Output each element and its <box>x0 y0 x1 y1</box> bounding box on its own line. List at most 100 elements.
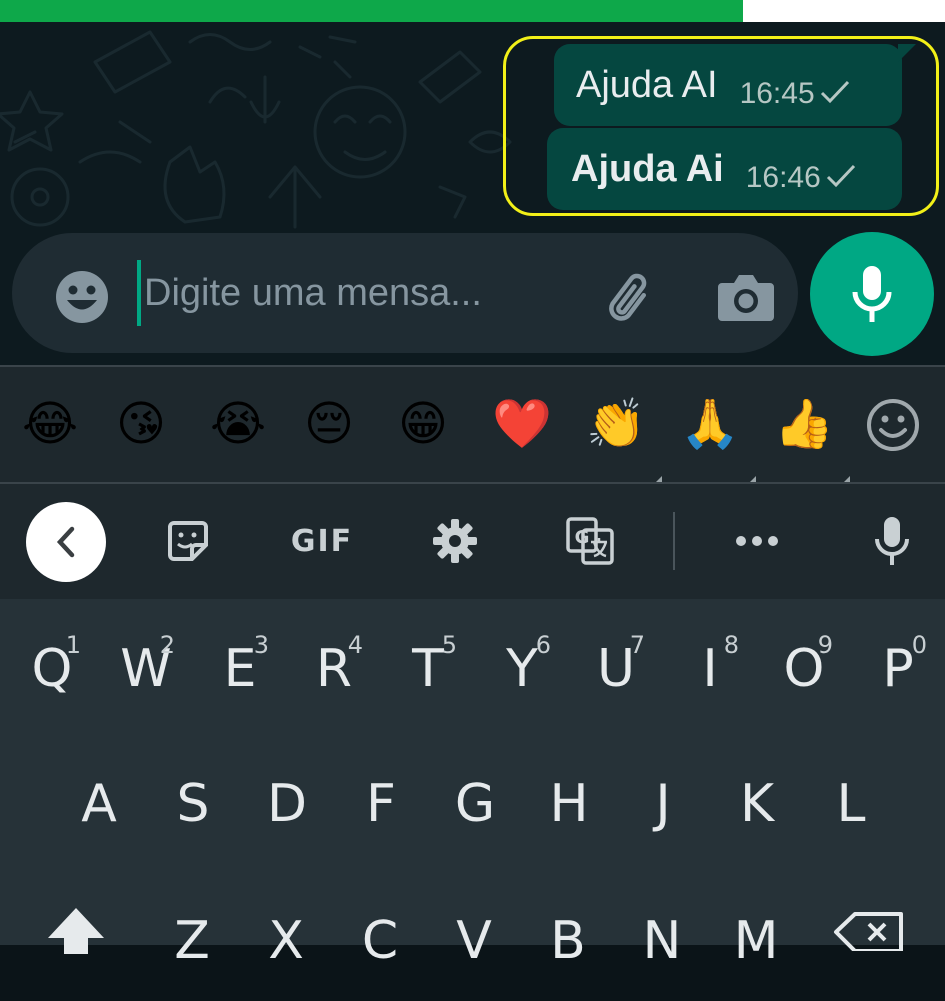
key-label: B <box>550 911 586 971</box>
sent-check-icon <box>820 80 849 104</box>
bubble-tail <box>898 44 916 62</box>
key-m[interactable]: M <box>709 881 803 1001</box>
sent-check-icon <box>826 164 855 188</box>
key-o[interactable]: O9 <box>757 609 851 729</box>
key-label: N <box>642 911 682 971</box>
message-time: 16:46 <box>745 161 821 194</box>
key-s[interactable]: S <box>146 744 240 864</box>
emoji-suggestion[interactable]: 😭 <box>210 395 270 455</box>
key-label: G <box>454 774 496 834</box>
smiley-icon[interactable] <box>54 269 110 325</box>
message-bubble[interactable]: Ajuda AI 16:45 <box>554 44 916 126</box>
emoji-glyph: 😘 <box>116 398 167 451</box>
key-label: D <box>266 774 308 834</box>
emoji-glyph: 😔 <box>304 398 355 451</box>
key-k[interactable]: K <box>710 744 804 864</box>
emoji-suggestion[interactable]: 🙏 <box>680 395 756 485</box>
voice-typing-button[interactable] <box>862 506 922 576</box>
message-bubble[interactable]: Ajuda Ai 16:46 <box>547 128 902 210</box>
key-label: X <box>268 911 304 971</box>
key-hint-digit: 5 <box>441 631 457 659</box>
key-i[interactable]: I8 <box>663 609 757 729</box>
key-a[interactable]: A <box>52 744 146 864</box>
key-label: M <box>733 911 779 971</box>
key-label: Y <box>506 639 538 699</box>
smiley-outline-icon[interactable] <box>865 397 921 453</box>
more-dots-icon <box>736 536 778 546</box>
key-h[interactable]: H <box>522 744 616 864</box>
key-label: P <box>882 639 914 699</box>
emoji-suggestion[interactable]: ❤️ <box>492 395 552 455</box>
message-composer <box>12 233 798 353</box>
emoji-suggestion[interactable]: 😂 <box>22 395 82 455</box>
key-n[interactable]: N <box>615 881 709 1001</box>
voice-record-button[interactable] <box>810 232 934 356</box>
camera-icon[interactable] <box>716 271 776 323</box>
message-text: Ajuda AI <box>576 63 718 106</box>
sticker-button[interactable] <box>158 506 218 576</box>
key-t[interactable]: T5 <box>381 609 475 729</box>
key-g[interactable]: G <box>428 744 522 864</box>
emoji-glyph: 🙏 <box>680 398 740 451</box>
emoji-suggestion[interactable]: 👏 <box>586 395 662 485</box>
translate-button[interactable]: G <box>560 506 620 576</box>
emoji-suggestion[interactable]: 😘 <box>116 395 176 455</box>
toolbar-back-button[interactable] <box>26 502 106 582</box>
key-v[interactable]: V <box>427 881 521 1001</box>
key-x[interactable]: X <box>239 881 333 1001</box>
key-w[interactable]: W2 <box>99 609 193 729</box>
key-hint-digit: 6 <box>535 631 551 659</box>
more-button[interactable] <box>727 506 787 576</box>
key-label: F <box>366 774 396 834</box>
key-hint-digit: 9 <box>817 631 833 659</box>
gear-icon <box>433 519 477 563</box>
key-label: I <box>702 639 718 699</box>
key-u[interactable]: U7 <box>569 609 663 729</box>
key-hint-digit: 1 <box>65 631 81 659</box>
key-e[interactable]: E3 <box>193 609 287 729</box>
key-f[interactable]: F <box>334 744 428 864</box>
gif-label: GIF <box>290 523 354 559</box>
key-label: T <box>412 639 444 699</box>
text-cursor <box>137 260 141 326</box>
key-hint-digit: 8 <box>723 631 739 659</box>
emoji-glyph: 😁 <box>398 398 449 451</box>
shift-icon[interactable] <box>44 904 108 954</box>
progress-fill <box>0 0 743 22</box>
key-l[interactable]: L <box>804 744 898 864</box>
paperclip-icon[interactable] <box>600 267 662 329</box>
keyboard-toolbar: GIF G <box>0 484 945 599</box>
key-r[interactable]: R4 <box>287 609 381 729</box>
keyboard: Q1W2E3R4T5Y6U7I8O9P0ASDFGHJKLZXCVBNM <box>0 599 945 971</box>
toolbar-separator <box>673 512 675 570</box>
key-z[interactable]: Z <box>145 881 239 1001</box>
emoji-suggestion[interactable]: 👍 <box>774 395 850 485</box>
message-text: Ajuda Ai <box>571 147 724 190</box>
gif-button[interactable]: GIF <box>280 506 364 576</box>
key-label: C <box>361 911 399 971</box>
key-d[interactable]: D <box>240 744 334 864</box>
key-label: L <box>836 774 866 834</box>
key-label: R <box>315 639 353 699</box>
emoji-suggestion[interactable]: 😁 <box>398 395 458 455</box>
emoji-suggestion[interactable]: 😔 <box>304 395 364 455</box>
backspace-icon[interactable] <box>833 911 905 951</box>
key-c[interactable]: C <box>333 881 427 1001</box>
microphone-icon <box>852 266 892 322</box>
key-label: J <box>655 774 671 834</box>
key-label: Z <box>174 911 210 971</box>
key-p[interactable]: P0 <box>851 609 945 729</box>
emoji-glyph: 👏 <box>586 398 646 451</box>
key-y[interactable]: Y6 <box>475 609 569 729</box>
key-b[interactable]: B <box>521 881 615 1001</box>
emoji-glyph: 😭 <box>210 398 267 451</box>
translate-icon: G <box>566 517 614 565</box>
settings-button[interactable] <box>425 506 485 576</box>
key-j[interactable]: J <box>616 744 710 864</box>
microphone-icon <box>875 517 909 565</box>
svg-text:G: G <box>575 527 590 548</box>
message-input[interactable] <box>144 263 574 323</box>
key-hint-digit: 3 <box>253 631 269 659</box>
key-hint-digit: 2 <box>159 631 175 659</box>
key-q[interactable]: Q1 <box>5 609 99 729</box>
